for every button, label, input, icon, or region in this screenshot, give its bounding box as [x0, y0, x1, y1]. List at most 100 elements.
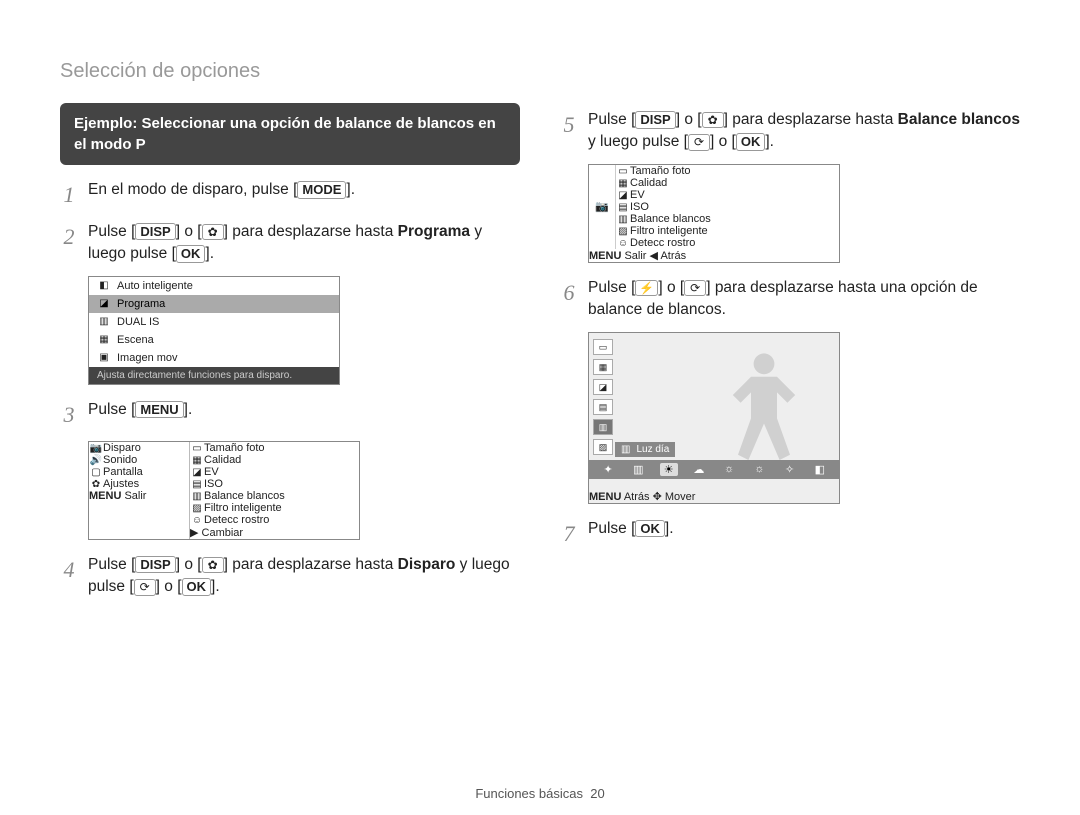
step-number: 1	[60, 179, 78, 211]
list-item: ▣Imagen mov	[89, 349, 339, 367]
wb-icon: ▥	[593, 419, 613, 435]
step-text: Pulse [	[88, 556, 135, 573]
wb-options-bar: ✦ ▥ ☀ ☁ ☼ ☼ ✧ ◧	[589, 460, 839, 479]
list-item: ☺Detecc rostro	[616, 237, 839, 249]
list-item-selected: ◪Programa	[89, 295, 339, 313]
filter-icon: ▨	[190, 503, 204, 514]
step-text: ] para desplazarse hasta	[724, 111, 898, 128]
step-number: 7	[560, 518, 578, 550]
menu-footer: MENU Salir	[89, 490, 189, 502]
quality-icon: ▦	[593, 359, 613, 375]
right-column: 5 Pulse [DISP] o [✿] para desplazarse ha…	[560, 103, 1020, 609]
sound-icon: 🔊	[89, 455, 103, 466]
menu-footer: MENU Atrás ✥ Mover	[589, 490, 839, 503]
step-text: ].	[346, 181, 355, 198]
menu-key: MENU	[589, 491, 621, 503]
timer-icon: ⟳	[688, 134, 710, 150]
wb-daylight-icon: ☀	[660, 463, 678, 476]
wb-icon: ▥	[190, 491, 204, 502]
step-text: Pulse [	[588, 279, 635, 296]
ev-icon: ◪	[190, 467, 204, 478]
macro-icon: ✿	[202, 557, 224, 573]
wb-fluor-l-icon: ☼	[750, 463, 768, 476]
list-item: ◧Auto inteligente	[89, 277, 339, 295]
step-text: ] para desplazarse hasta	[224, 223, 398, 240]
macro-icon: ✿	[202, 224, 224, 240]
step-text: ] para desplazarse hasta	[224, 556, 398, 573]
list-item: ▭Tamaño foto	[190, 442, 359, 454]
menu-button-label: MENU	[135, 401, 183, 419]
wb-icon: ▥	[621, 444, 630, 455]
page-header: Selección de opciones	[60, 60, 1020, 83]
step-text: ].	[211, 578, 220, 595]
list-item-selected: 📷Disparo	[89, 442, 189, 454]
step-3: 3 Pulse [MENU].	[60, 399, 520, 431]
step-text: Pulse [	[588, 520, 635, 537]
step-text: ] o [	[176, 223, 202, 240]
step-text: En el modo de disparo, pulse [	[88, 181, 297, 198]
step-text: ].	[184, 401, 193, 418]
camera-tab-icon: 📷	[589, 165, 616, 249]
face-icon: ☺	[190, 515, 204, 526]
iso-icon: ▤	[593, 399, 613, 415]
list-item: ▨Filtro inteligente	[616, 225, 839, 237]
step-4: 4 Pulse [DISP] o [✿] para desplazarse ha…	[60, 554, 520, 599]
ok-button-label: OK	[182, 578, 212, 596]
wb-tungsten-icon: ✧	[781, 463, 799, 476]
timer-icon: ⟳	[684, 280, 706, 296]
step-text: y luego pulse [	[588, 133, 688, 150]
ok-button-label: OK	[176, 245, 206, 263]
filter-icon: ▨	[593, 439, 613, 455]
size-icon: ▭	[593, 339, 613, 355]
list-item: ▦Calidad	[616, 177, 839, 189]
list-item: ▢Pantalla	[89, 466, 189, 478]
list-item: ▥Balance blancos	[190, 490, 359, 502]
timer-icon: ⟳	[134, 579, 156, 595]
ok-button-label: OK	[736, 133, 766, 151]
step-1: 1 En el modo de disparo, pulse [MODE].	[60, 179, 520, 211]
disparo-menu-screenshot: 📷 ▭Tamaño foto ▦Calidad ◪EV ▤ISO ▥Balanc…	[588, 164, 840, 263]
hint-bar: Ajusta directamente funciones para dispa…	[89, 367, 339, 384]
macro-icon: ✿	[702, 112, 724, 128]
menu-footer: MENU Salir ◀ Atrás	[589, 249, 839, 262]
list-item: ▦Escena	[89, 331, 339, 349]
step-7: 7 Pulse [OK].	[560, 518, 1020, 550]
mode-button-label: MODE	[297, 181, 346, 199]
step-number: 6	[560, 277, 578, 309]
flash-icon: ⚡	[635, 280, 658, 296]
list-item: ▤ISO	[616, 201, 839, 213]
person-silhouette	[719, 343, 809, 473]
menu-key: MENU	[589, 250, 621, 262]
step-number: 2	[60, 221, 78, 253]
step-number: 4	[60, 554, 78, 586]
quality-icon: ▦	[616, 178, 630, 189]
step-2: 2 Pulse [DISP] o [✿] para desplazarse ha…	[60, 221, 520, 266]
quality-icon: ▦	[190, 455, 204, 466]
list-item: 🔊Sonido	[89, 454, 189, 466]
wb-screenshot: ▭ ▦ ◪ ▤ ▥ ▨ ▥ Luz día ✦ ▥ ☀	[588, 332, 840, 504]
disp-button-label: DISP	[135, 223, 175, 241]
step-text: ] o [	[156, 578, 182, 595]
page-footer: Funciones básicas 20	[0, 786, 1080, 801]
list-item: ☺Detecc rostro	[190, 514, 359, 526]
program-icon: ◪	[97, 298, 111, 309]
disp-button-label: DISP	[635, 111, 675, 129]
display-icon: ▢	[89, 467, 103, 478]
wb-fluor-h-icon: ☼	[720, 463, 738, 476]
list-item: ◪EV	[616, 189, 839, 201]
list-item: ▥DUAL IS	[89, 313, 339, 331]
step-text: ] o [	[176, 556, 202, 573]
scene-icon: ▦	[97, 334, 111, 345]
step-text: Pulse [	[88, 223, 135, 240]
ev-icon: ◪	[616, 190, 630, 201]
list-item: ◪EV	[190, 466, 359, 478]
mode-menu-screenshot: ◧Auto inteligente ◪Programa ▥DUAL IS ▦Es…	[88, 276, 340, 385]
menu-footer: ▶ Cambiar	[190, 526, 359, 539]
list-item-selected: ▥Balance blancos	[616, 213, 839, 225]
face-icon: ☺	[616, 238, 630, 249]
list-item: ✿Ajustes	[89, 478, 189, 490]
size-icon: ▭	[616, 166, 630, 177]
iso-icon: ▤	[190, 479, 204, 490]
step-text: ] o [	[658, 279, 684, 296]
wb-selected-label: ▥ Luz día	[615, 442, 675, 457]
